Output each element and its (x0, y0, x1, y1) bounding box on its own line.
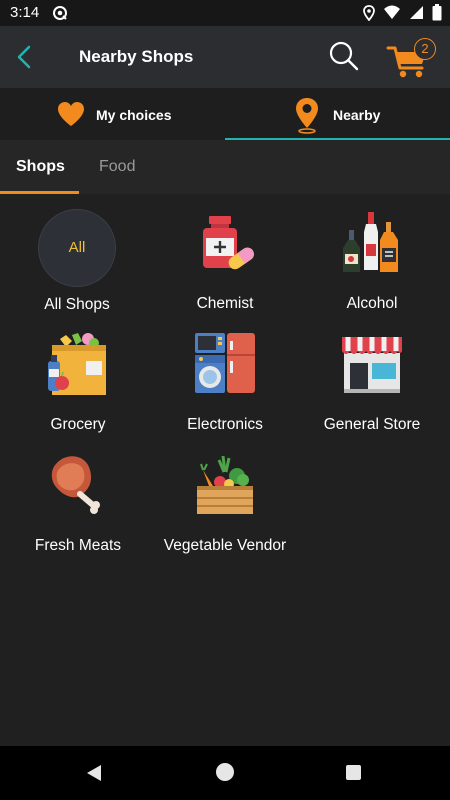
signal-icon (409, 5, 424, 25)
category-label: Fresh Meats (34, 537, 122, 554)
search-icon[interactable] (328, 40, 360, 72)
all-shops-badge: All (38, 209, 116, 287)
app-bar: Nearby Shops (0, 26, 450, 88)
tab-label: My choices (96, 107, 172, 123)
system-nav-bar (0, 746, 450, 800)
category-label: Alcohol (346, 295, 398, 312)
category-vegetable-vendor[interactable]: Vegetable Vendor (150, 436, 300, 557)
location-pin-icon (293, 96, 321, 139)
meat-icon (46, 452, 110, 516)
nav-back-icon[interactable] (86, 764, 102, 787)
tab-nearby[interactable]: Nearby (225, 88, 450, 140)
location-status-icon (363, 4, 375, 26)
tab-shops[interactable]: Shops (16, 158, 65, 176)
category-label: Chemist (196, 295, 254, 312)
heart-icon (56, 100, 86, 133)
category-alcohol[interactable]: Alcohol (297, 194, 447, 315)
vegetable-crate-icon (193, 452, 257, 516)
category-label: Electronics (187, 416, 263, 433)
category-general-store[interactable]: General Store (297, 315, 447, 436)
mode-tabs: My choices Nearby (0, 88, 450, 140)
medicine-icon (193, 210, 257, 274)
back-arrow-icon[interactable] (12, 43, 38, 71)
grocery-bag-icon (46, 331, 110, 395)
nav-home-icon[interactable] (216, 763, 234, 781)
tab-label: Nearby (333, 107, 381, 123)
tab-my-choices[interactable]: My choices (0, 88, 225, 140)
category-fresh-meats[interactable]: Fresh Meats (3, 436, 153, 557)
category-label: All Shops (44, 296, 110, 313)
battery-icon (432, 4, 442, 26)
nav-recents-icon[interactable] (346, 765, 361, 780)
category-grocery[interactable]: Grocery (3, 315, 153, 436)
category-chemist[interactable]: Chemist (150, 194, 300, 315)
app-notification-icon (52, 5, 68, 26)
category-label: Grocery (50, 416, 106, 433)
category-all-shops[interactable]: All All Shops (2, 194, 152, 315)
category-electronics[interactable]: Electronics (150, 315, 300, 436)
category-label: General Store (323, 416, 421, 433)
bottles-icon (340, 210, 404, 274)
wifi-icon (383, 5, 401, 25)
category-label: Vegetable Vendor (163, 537, 287, 554)
sub-tabs: Shops Food (0, 140, 450, 194)
status-bar: 3:14 (0, 0, 450, 26)
tab-food[interactable]: Food (99, 158, 135, 176)
storefront-icon (340, 331, 404, 395)
status-time: 3:14 (10, 4, 40, 21)
cart-count-badge[interactable]: 2 (414, 38, 436, 60)
page-title: Nearby Shops (79, 47, 194, 66)
appliances-icon (193, 331, 257, 395)
